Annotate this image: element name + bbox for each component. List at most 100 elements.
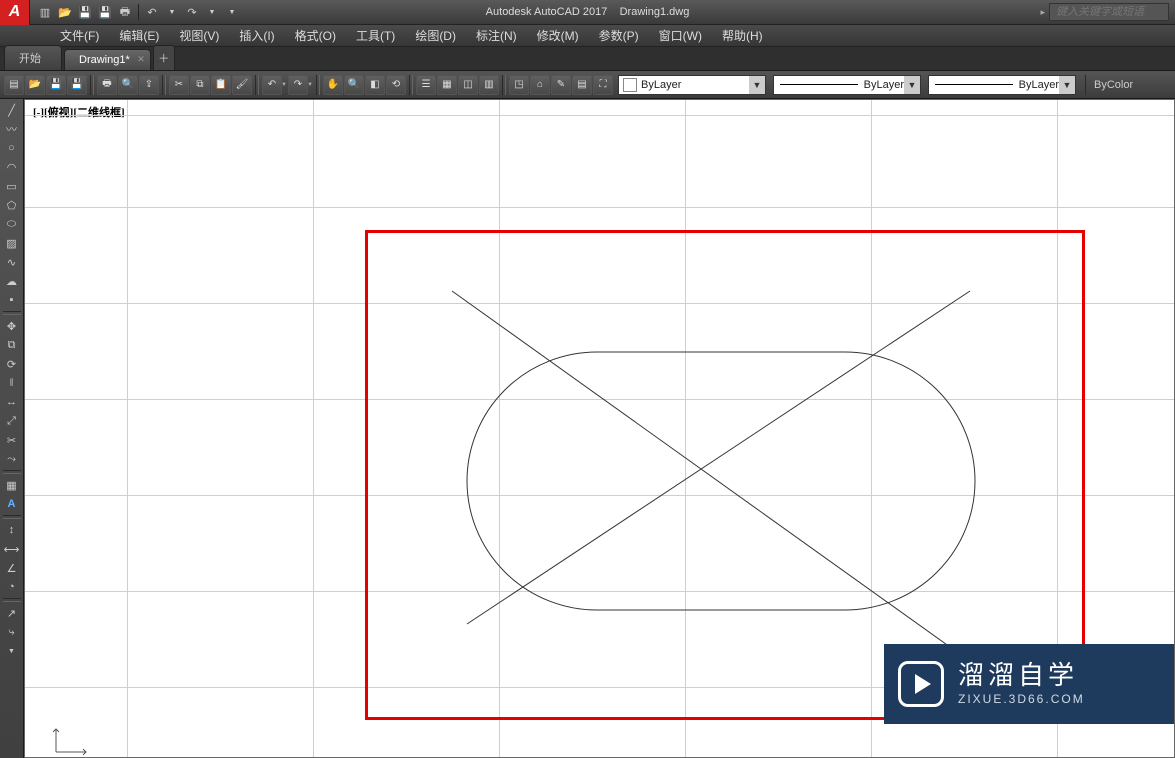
move-tool[interactable]: ✥ — [2, 317, 22, 335]
lineweight-dropdown[interactable]: ByLayer ▼ — [928, 75, 1076, 95]
drawing-canvas[interactable]: [-][俯视][二维线框] 溜溜自学 ZIXUE.3D66.COM — [24, 99, 1175, 758]
open-button[interactable]: 📂 — [25, 75, 45, 95]
hatch-tool[interactable]: ▨ — [2, 234, 22, 252]
paste-button[interactable]: 📋 — [211, 75, 231, 95]
stretch-tool[interactable]: ↔ — [2, 393, 22, 411]
plotpreview-button[interactable]: 🔍 — [118, 75, 138, 95]
publish-button[interactable]: ⇪ — [139, 75, 159, 95]
chevron-down-icon[interactable]: ▼ — [307, 82, 313, 88]
dimlin-tool[interactable]: ⟷ — [2, 540, 22, 558]
tab-start[interactable]: 开始 — [4, 45, 62, 70]
qnew-button[interactable]: ▤ — [4, 75, 24, 95]
undo-button[interactable]: ↶ — [262, 75, 282, 95]
revcloud-tool[interactable]: ☁ — [2, 272, 22, 290]
menu-tools[interactable]: 工具(T) — [346, 24, 405, 47]
chevron-down-icon[interactable]: ▼ — [749, 76, 765, 94]
app-logo[interactable]: A — [0, 0, 30, 25]
standard-toolbar: ▤ 📂 💾 💾 🖶 🔍 ⇪ ✂ ⧉ 📋 🖌 ↶▼ ↷▼ ✋ 🔍 ◧ ⟲ ☰ ▦ … — [0, 71, 1175, 99]
document-tabs: 开始 Drawing1* ✕ ＋ — [0, 47, 1175, 71]
plot-icon[interactable]: 🖶 — [116, 3, 134, 21]
plot-button[interactable]: 🖶 — [97, 75, 117, 95]
rotate-tool[interactable]: ⟳ — [2, 355, 22, 373]
polygon-tool[interactable]: ⬠ — [2, 196, 22, 214]
menu-view[interactable]: 视图(V) — [169, 24, 229, 47]
menu-insert[interactable]: 插入(I) — [229, 24, 284, 47]
props-button[interactable]: ☰ — [416, 75, 436, 95]
mleader-tool[interactable]: ⤷ — [2, 623, 22, 641]
chevron-down-icon[interactable]: ▼ — [1059, 76, 1075, 94]
arc-tool[interactable]: ◠ — [2, 158, 22, 176]
markup-button[interactable]: ✎ — [551, 75, 571, 95]
text-tool[interactable]: A — [2, 495, 22, 513]
dimrad-tool[interactable]: ◔ — [2, 578, 22, 596]
copy-button[interactable]: ⧉ — [190, 75, 210, 95]
tab-drawing1[interactable]: Drawing1* ✕ — [64, 49, 151, 70]
cut-button[interactable]: ✂ — [169, 75, 189, 95]
dim-tool[interactable]: ↕ — [2, 521, 22, 539]
save-button[interactable]: 💾 — [46, 75, 66, 95]
matchprop-button[interactable]: 🖌 — [232, 75, 252, 95]
menu-help[interactable]: 帮助(H) — [712, 24, 773, 47]
chevron-down-icon[interactable]: ▼ — [2, 642, 22, 660]
redo-icon[interactable]: ↷ — [183, 3, 201, 21]
circle-tool[interactable]: ○ — [2, 139, 22, 157]
layer-color-dropdown[interactable]: ByLayer ▼ — [618, 75, 766, 95]
chevron-down-icon[interactable]: ▼ — [904, 76, 920, 94]
dimang-tool[interactable]: ∠ — [2, 559, 22, 577]
menu-window[interactable]: 窗口(W) — [649, 24, 712, 47]
search-arrow-icon[interactable]: ▸ — [1040, 7, 1045, 18]
mirror-tool[interactable]: ⧛ — [2, 374, 22, 392]
open-icon[interactable]: 📂 — [56, 3, 74, 21]
saveas-button[interactable]: 💾 — [67, 75, 87, 95]
save-icon[interactable]: 💾 — [76, 3, 94, 21]
tab-add-button[interactable]: ＋ — [153, 45, 175, 70]
menu-format[interactable]: 格式(O) — [285, 24, 346, 47]
dcenter-button[interactable]: ⌂ — [530, 75, 550, 95]
separator — [90, 75, 94, 95]
qat-customize-icon[interactable]: ▼ — [223, 3, 241, 21]
extend-tool[interactable]: ⤳ — [2, 450, 22, 468]
qnew-icon[interactable]: ▥ — [36, 3, 54, 21]
rectangle-tool[interactable]: ▭ — [2, 177, 22, 195]
menu-file[interactable]: 文件(F) — [50, 24, 109, 47]
ellipse-tool[interactable]: ⬭ — [2, 215, 22, 233]
close-icon[interactable]: ✕ — [137, 54, 145, 65]
app-name: Autodesk AutoCAD 2017 — [486, 6, 608, 18]
search-input[interactable] — [1049, 3, 1169, 21]
zoomprev-button[interactable]: ⟲ — [386, 75, 406, 95]
plotstyle-label[interactable]: ByColor — [1085, 75, 1133, 95]
chevron-down-icon[interactable]: ▼ — [203, 3, 221, 21]
chevron-down-icon[interactable]: ▼ — [281, 82, 287, 88]
blocks-button[interactable]: ◳ — [509, 75, 529, 95]
menu-parametric[interactable]: 参数(P) — [589, 24, 649, 47]
menu-modify[interactable]: 修改(M) — [527, 24, 589, 47]
table-tool[interactable]: ▦ — [2, 476, 22, 494]
zoom-button[interactable]: 🔍 — [344, 75, 364, 95]
point-tool[interactable]: ▪ — [2, 291, 22, 309]
scale-tool[interactable]: ⤢ — [2, 412, 22, 430]
leader-tool[interactable]: ↗ — [2, 604, 22, 622]
saveas-icon[interactable]: 💾 — [96, 3, 114, 21]
redo-button[interactable]: ↷ — [288, 75, 308, 95]
chevron-down-icon[interactable]: ▼ — [163, 3, 181, 21]
copy-tool[interactable]: ⧉ — [2, 336, 22, 354]
spline-tool[interactable]: ∿ — [2, 253, 22, 271]
calc-button[interactable]: ▤ — [572, 75, 592, 95]
zoomwin-button[interactable]: ◧ — [365, 75, 385, 95]
menu-draw[interactable]: 绘图(D) — [405, 24, 466, 47]
pan-button[interactable]: ✋ — [323, 75, 343, 95]
separator — [138, 4, 139, 20]
menu-edit[interactable]: 编辑(E) — [109, 24, 169, 47]
linetype-dropdown[interactable]: ByLayer ▼ — [773, 75, 921, 95]
line-tool[interactable]: ╱ — [2, 101, 22, 119]
trim-tool[interactable]: ✂ — [2, 431, 22, 449]
cleanscrn-button[interactable]: ⛶ — [593, 75, 613, 95]
toolpal-button[interactable]: ▥ — [479, 75, 499, 95]
sheetset-button[interactable]: ▦ — [437, 75, 457, 95]
polyline-tool[interactable]: 〰 — [2, 120, 22, 138]
undo-icon[interactable]: ↶ — [143, 3, 161, 21]
window-title: Autodesk AutoCAD 2017 Drawing1.dwg — [486, 6, 690, 18]
lineweight-preview — [935, 84, 1013, 85]
layermgr-button[interactable]: ◫ — [458, 75, 478, 95]
menu-dimension[interactable]: 标注(N) — [466, 24, 527, 47]
